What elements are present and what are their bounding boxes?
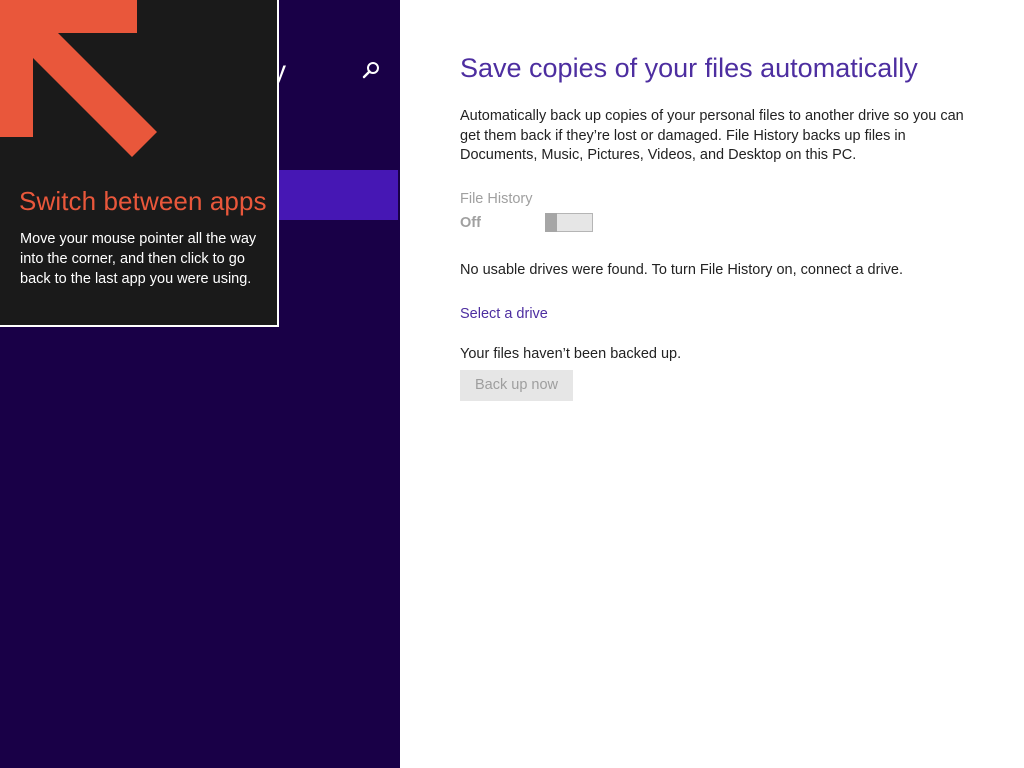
page-title: Save copies of your files automatically bbox=[460, 53, 918, 83]
tip-overlay: Switch between apps Move your mouse poin… bbox=[0, 0, 279, 327]
file-history-toggle[interactable] bbox=[545, 213, 593, 232]
arrow-up-left-icon bbox=[0, 0, 157, 157]
toggle-thumb bbox=[545, 213, 557, 232]
tip-body: Move your mouse pointer all the way into… bbox=[20, 231, 257, 287]
back-up-now-button[interactable]: Back up now bbox=[460, 370, 573, 401]
select-drive-link[interactable]: Select a drive bbox=[460, 306, 548, 322]
file-history-label: File History bbox=[460, 191, 533, 207]
search-button[interactable] bbox=[358, 58, 384, 84]
no-drives-message: No usable drives were found. To turn Fil… bbox=[460, 262, 904, 278]
backup-status: Your files haven’t been backed up. bbox=[460, 346, 682, 362]
tip-title: Switch between apps bbox=[19, 186, 267, 216]
search-icon bbox=[362, 62, 379, 79]
file-history-state: Off bbox=[460, 215, 481, 231]
pc-settings-screen: y Switch between apps Move your mouse po… bbox=[0, 0, 1024, 768]
description: Automatically back up copies of your per… bbox=[460, 108, 964, 163]
